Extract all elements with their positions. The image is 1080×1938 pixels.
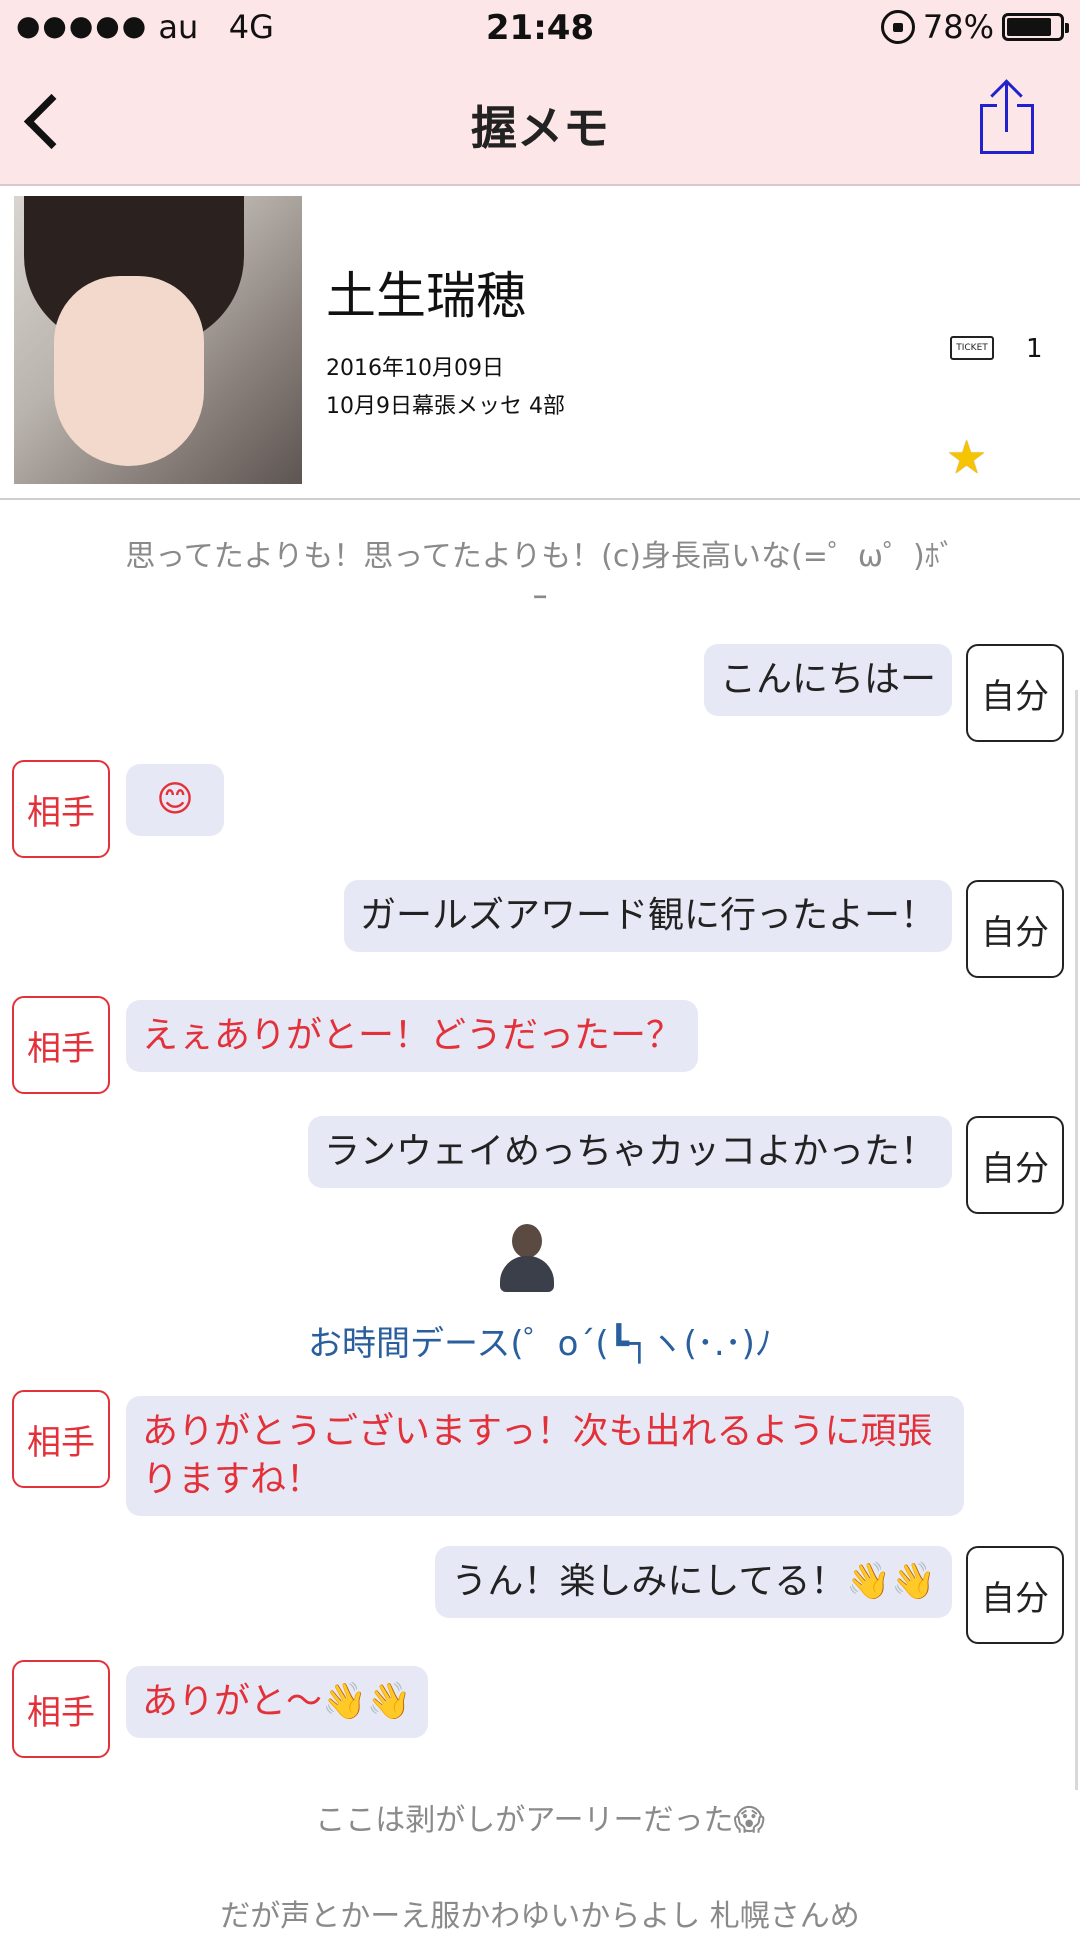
share-icon[interactable] xyxy=(980,79,1036,156)
memo-note: ここは剥がしがアーリーだった😱 xyxy=(315,1803,765,1838)
ticket-count: 1 xyxy=(1026,334,1043,364)
message-bubble: ありがと〜👋👋 xyxy=(126,1666,428,1738)
member-name: 土生瑞穂 xyxy=(326,267,526,325)
status-bar: ●●●●● au 4G 21:48 78% xyxy=(0,0,1080,58)
event-name: 10月9日幕張メッセ 4部 xyxy=(326,394,565,419)
message-bubble: ガールズアワード観に行ったよー！ xyxy=(343,880,952,952)
rotation-lock-icon xyxy=(880,10,915,44)
message-bubble: こんにちはー xyxy=(703,644,952,716)
ticket-icon: TICKET xyxy=(950,336,994,360)
speaker-tag-partner: 相手 xyxy=(12,996,110,1094)
scrollbar[interactable] xyxy=(1075,690,1078,1790)
memo-note-cut: だが声とかーえ服かわゆいからよし 札幌さんめ xyxy=(220,1899,860,1934)
staff-message: お時間デース(゜o´(┗┐ヽ(･.･)ﾉ xyxy=(308,1324,772,1364)
message-bubble: うん！楽しみにしてる！👋👋 xyxy=(435,1546,952,1618)
member-photo xyxy=(14,196,302,484)
message-bubble: ランウェイめっちゃカッコよかった！ xyxy=(307,1116,952,1188)
profile-header: 土生瑞穂 2016年10月09日 10月9日幕張メッセ 4部 TICKET 1 … xyxy=(0,186,1080,500)
status-right: 78% xyxy=(880,8,1069,46)
battery-percent: 78% xyxy=(922,8,994,46)
speaker-tag-self: 自分 xyxy=(966,880,1064,978)
event-date: 2016年10月09日 xyxy=(326,356,504,381)
speaker-tag-self: 自分 xyxy=(966,644,1064,742)
speaker-tag-partner: 相手 xyxy=(12,1390,110,1488)
memo-note: 思ってたよりも！思ってたよりも！(c)身長高いな(=゜ω゜)ﾎﾞｰ xyxy=(125,539,955,616)
battery-icon xyxy=(1002,13,1069,41)
favorite-star-icon[interactable]: ★ xyxy=(946,430,987,484)
speaker-tag-self: 自分 xyxy=(966,1546,1064,1644)
page-title: 握メモ xyxy=(471,101,609,155)
top-bar: ●●●●● au 4G 21:48 78% 握メモ xyxy=(0,0,1080,186)
speaker-tag-partner: 相手 xyxy=(12,1660,110,1758)
message-bubble: えぇありがとー！どうだったー？ xyxy=(126,1000,699,1072)
message-bubble: 😊 xyxy=(126,764,224,836)
speaker-tag-partner: 相手 xyxy=(12,760,110,858)
navigation-bar: 握メモ xyxy=(0,58,1080,184)
speaker-tag-self: 自分 xyxy=(966,1116,1064,1214)
staff-avatar-icon xyxy=(498,1224,558,1294)
message-bubble: ありがとうございますっ！次も出れるように頑張りますね！ xyxy=(126,1396,964,1516)
